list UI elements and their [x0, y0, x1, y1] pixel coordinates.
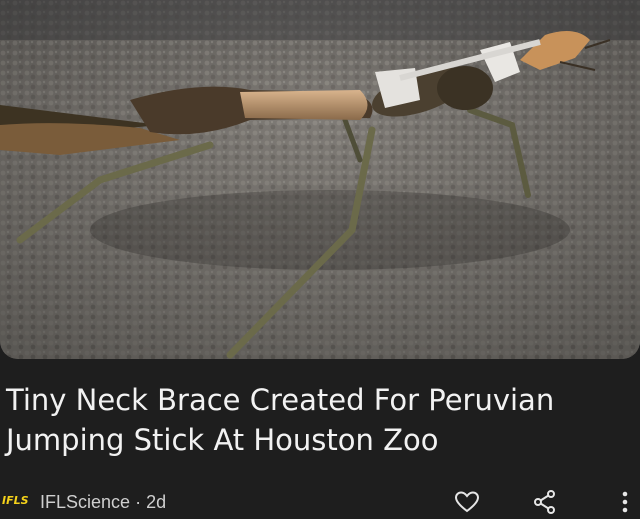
more-options-button[interactable] — [610, 488, 640, 516]
article-meta-row: IFLS IFLScience · 2d — [0, 484, 640, 519]
heart-outline-icon — [454, 491, 480, 513]
news-card[interactable]: Tiny Neck Brace Created For Peruvian Jum… — [0, 0, 640, 519]
source-logo[interactable]: IFLS — [2, 492, 29, 510]
like-button[interactable] — [452, 488, 482, 516]
source-name: IFLScience — [40, 492, 131, 512]
source-info[interactable]: IFLScience · 2d — [40, 492, 166, 512]
article-title[interactable]: Tiny Neck Brace Created For Peruvian Jum… — [6, 380, 626, 460]
more-vertical-icon — [622, 491, 628, 513]
share-icon — [534, 490, 555, 514]
article-photo[interactable] — [0, 0, 640, 359]
meta-separator: · — [135, 492, 142, 512]
stick-insect-image — [0, 0, 640, 359]
article-age: 2d — [146, 492, 167, 512]
share-button[interactable] — [530, 488, 560, 516]
